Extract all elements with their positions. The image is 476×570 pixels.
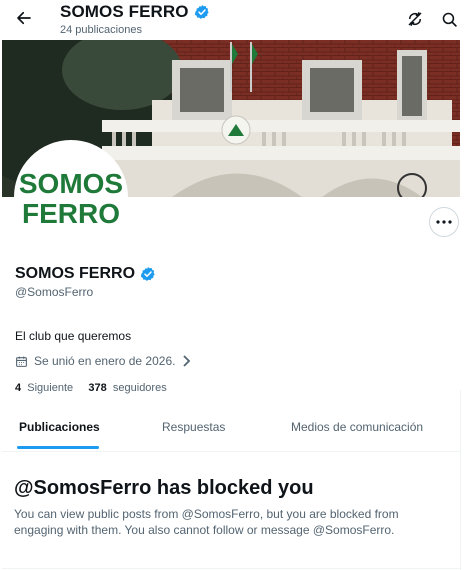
tab-medios[interactable]: Medios de comunicación [291,420,423,434]
profile-name-row: SOMOS FERRO [15,265,156,283]
joined-text: Se unió en enero de 2026. [34,354,176,368]
avatar-text-line1: SOMOS [19,168,123,199]
blocked-title: @SomosFerro has blocked you [14,477,314,499]
chevron-right-icon [183,355,191,367]
profile-tabs: Publicaciones Respuestas Medios de comun… [2,400,460,452]
followers-label: seguidores [112,382,167,394]
follow-counts: 4 Siguiente 378 seguidores [15,382,167,394]
unblock-sync-icon[interactable] [404,8,426,30]
avatar-text-line2: FERRO [22,198,120,229]
topbar-title: SOMOS FERRO [60,2,189,21]
divider [2,568,460,569]
profile-name: SOMOS FERRO [15,265,136,282]
verified-icon [140,267,155,281]
following-count: 4 [15,382,22,394]
tab-publicaciones[interactable]: Publicaciones [19,420,100,434]
active-tab-indicator [17,446,99,449]
tab-respuestas[interactable]: Respuestas [162,420,225,434]
followers-link[interactable]: 378 seguidores [88,382,166,394]
search-icon[interactable] [438,8,460,30]
top-bar: SOMOS FERRO 24 publicaciones [0,0,476,40]
blocked-message: You can view public posts from @SomosFer… [14,507,399,537]
profile-bio: El club que queremos [15,329,132,343]
profile-joined[interactable]: Se unió en enero de 2026. [15,354,191,368]
somos-ferro-logo: SOMOS FERRO [17,143,125,251]
back-arrow-icon[interactable] [12,6,36,30]
following-label: Siguiente [27,382,74,394]
topbar-post-count: 24 publicaciones [60,24,142,36]
calendar-icon [16,356,27,367]
column-divider [460,390,461,570]
followers-count: 378 [88,382,107,394]
profile-handle: @SomosFerro [15,285,94,299]
following-link[interactable]: 4 Siguiente [15,382,73,394]
more-options-button[interactable] [429,207,459,237]
topbar-title-row: SOMOS FERRO [60,2,210,22]
more-icon [436,220,452,224]
verified-icon [194,5,209,19]
profile-avatar[interactable]: SOMOS FERRO [14,140,128,254]
